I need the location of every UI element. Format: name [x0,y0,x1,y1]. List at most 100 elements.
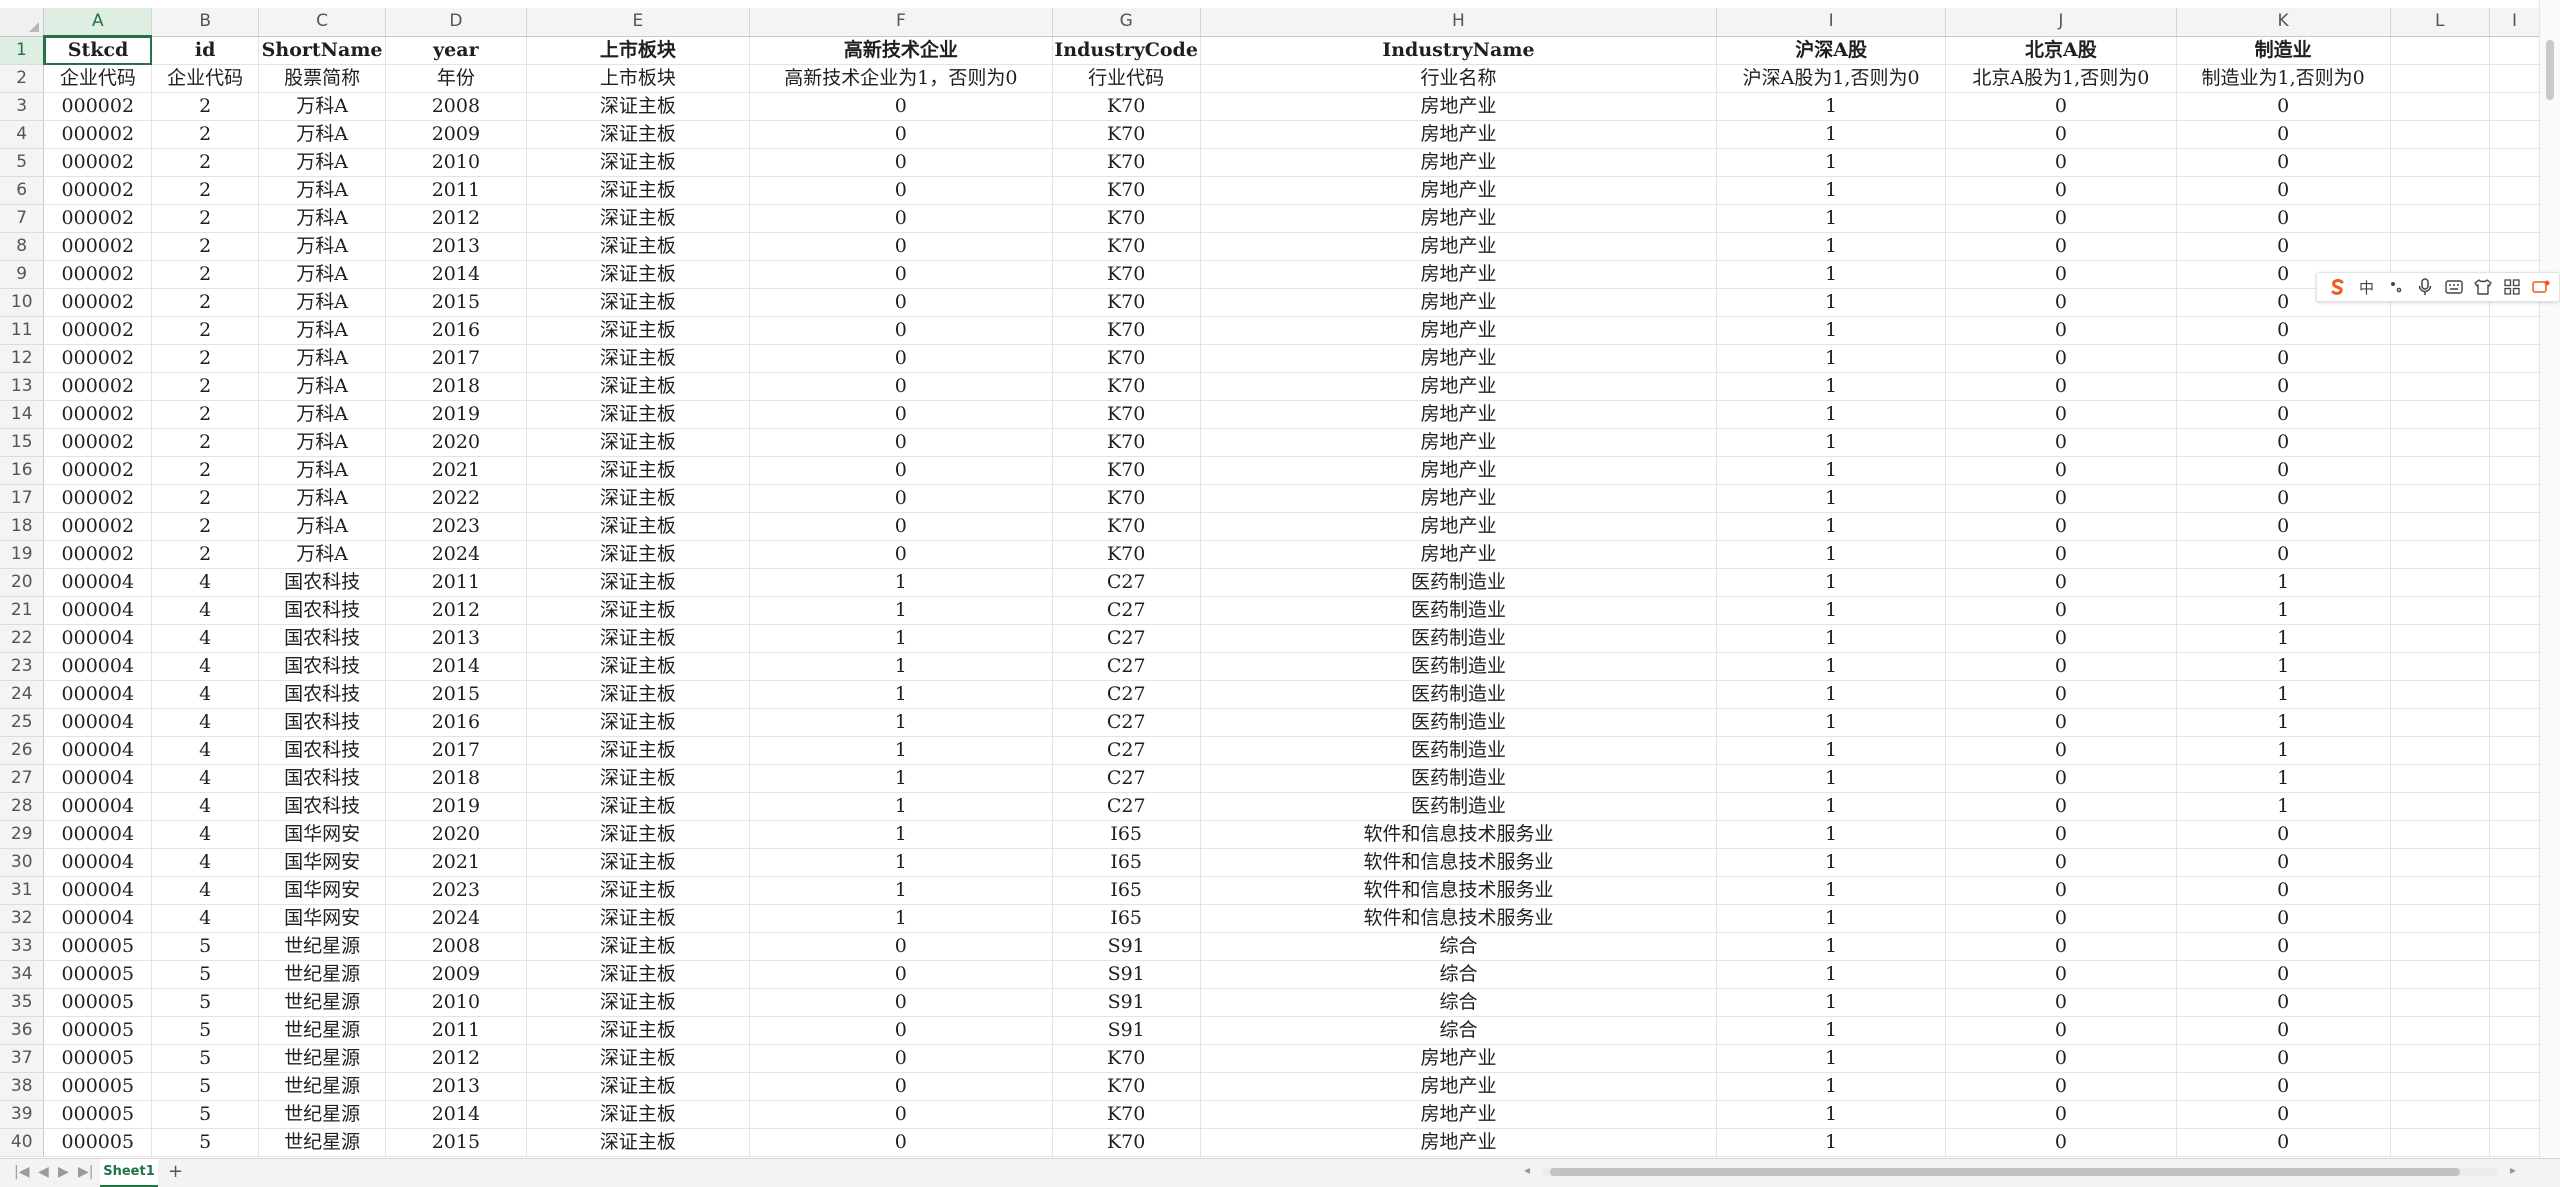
column-header[interactable]: I [1716,8,1946,37]
cell[interactable]: IndustryName [1200,36,1718,65]
cell[interactable] [2390,512,2491,541]
cell[interactable]: 0 [1945,92,2177,121]
cell[interactable]: 000002 [43,512,153,541]
cell[interactable]: 1 [749,652,1053,681]
cell[interactable] [2390,1044,2491,1073]
grid-menu-icon[interactable] [2497,273,2526,301]
cell[interactable]: 000002 [43,92,153,121]
vertical-scroll-thumb[interactable] [2546,40,2554,100]
cell[interactable]: 世纪星源 [258,1016,387,1045]
cell[interactable]: 深证主板 [526,876,751,905]
cell[interactable]: 0 [2176,1128,2391,1157]
cell[interactable]: 000004 [43,792,153,821]
cell[interactable]: 0 [2176,400,2391,429]
cell[interactable]: 北京A股为1,否则为0 [1945,64,2177,93]
column-header[interactable]: L [2390,8,2491,37]
cell[interactable]: 0 [2176,316,2391,345]
cell[interactable] [2489,400,2540,429]
cell[interactable]: K70 [1052,400,1201,429]
column-header[interactable]: I [2489,8,2540,37]
cell[interactable]: 000002 [43,456,153,485]
cell[interactable]: 2011 [385,568,527,597]
cell[interactable]: K70 [1052,456,1201,485]
cell[interactable]: 万科A [258,540,387,569]
cell[interactable]: 0 [749,428,1053,457]
last-sheet-nav-icon[interactable]: ▶| [78,1164,93,1180]
cell[interactable]: 深证主板 [526,1072,751,1101]
row-number[interactable]: 21 [0,596,45,625]
cell[interactable]: 万科A [258,288,387,317]
cell[interactable] [2489,624,2540,653]
cell[interactable]: 0 [1945,1072,2177,1101]
cell[interactable]: I65 [1052,820,1201,849]
cell[interactable] [2390,904,2491,933]
cell[interactable]: K70 [1052,372,1201,401]
cell[interactable]: 0 [2176,1044,2391,1073]
cell[interactable]: 1 [1716,372,1946,401]
cell[interactable]: 1 [1716,764,1946,793]
cell[interactable] [2489,484,2540,513]
cell[interactable]: 1 [749,624,1053,653]
cell[interactable]: 5 [151,1044,260,1073]
cell[interactable]: 1 [1716,988,1946,1017]
cell[interactable]: 000002 [43,120,153,149]
cell[interactable]: 000002 [43,540,153,569]
row-number[interactable]: 35 [0,988,45,1017]
cell[interactable]: 深证主板 [526,652,751,681]
cell[interactable]: 综合 [1200,960,1718,989]
cell[interactable]: 世纪星源 [258,1072,387,1101]
cell[interactable]: 4 [151,708,260,737]
cell[interactable]: 0 [1945,624,2177,653]
row-number[interactable]: 29 [0,820,45,849]
cell[interactable]: 000005 [43,1016,153,1045]
cell[interactable]: 2024 [385,540,527,569]
cell[interactable]: 深证主板 [526,92,751,121]
row-number[interactable]: 37 [0,1044,45,1073]
cell[interactable]: 1 [749,708,1053,737]
microphone-icon[interactable] [2410,273,2439,301]
cell[interactable] [2489,1072,2540,1101]
cell[interactable]: 深证主板 [526,232,751,261]
cell[interactable]: 4 [151,568,260,597]
cell[interactable] [2390,792,2491,821]
cell[interactable] [2489,148,2540,177]
row-number[interactable]: 4 [0,120,45,149]
cell[interactable]: 深证主板 [526,288,751,317]
cell[interactable]: 1 [2176,568,2391,597]
cell[interactable]: 房地产业 [1200,400,1718,429]
cell[interactable]: 000002 [43,372,153,401]
cell[interactable]: 软件和信息技术服务业 [1200,848,1718,877]
cell[interactable]: 万科A [258,344,387,373]
cell[interactable] [2489,764,2540,793]
row-number[interactable]: 39 [0,1100,45,1129]
cell[interactable]: 4 [151,848,260,877]
cell[interactable]: 1 [1716,1044,1946,1073]
cell[interactable]: 0 [1945,960,2177,989]
cell[interactable]: 0 [1945,568,2177,597]
cell[interactable]: 国农科技 [258,708,387,737]
cell[interactable]: 行业名称 [1200,64,1718,93]
row-number[interactable]: 18 [0,512,45,541]
cell[interactable]: 1 [749,596,1053,625]
column-header[interactable]: E [526,8,751,37]
cell[interactable]: 0 [749,316,1053,345]
cell[interactable]: 2013 [385,1072,527,1101]
cell[interactable]: 0 [1945,848,2177,877]
cell[interactable]: 000002 [43,316,153,345]
cell[interactable]: 世纪星源 [258,1128,387,1157]
cell[interactable]: 000004 [43,764,153,793]
cell[interactable]: 0 [749,1016,1053,1045]
cell[interactable]: 1 [749,820,1053,849]
cell[interactable] [2489,512,2540,541]
cell[interactable]: 1 [1716,624,1946,653]
cell[interactable]: 0 [2176,232,2391,261]
cell[interactable]: 深证主板 [526,456,751,485]
cell[interactable] [2390,568,2491,597]
cell[interactable]: 2023 [385,512,527,541]
cell[interactable]: 2023 [385,876,527,905]
cell[interactable]: K70 [1052,260,1201,289]
cell[interactable]: 2016 [385,708,527,737]
cell[interactable]: 深证主板 [526,400,751,429]
cell[interactable]: 2012 [385,204,527,233]
row-number[interactable]: 17 [0,484,45,513]
